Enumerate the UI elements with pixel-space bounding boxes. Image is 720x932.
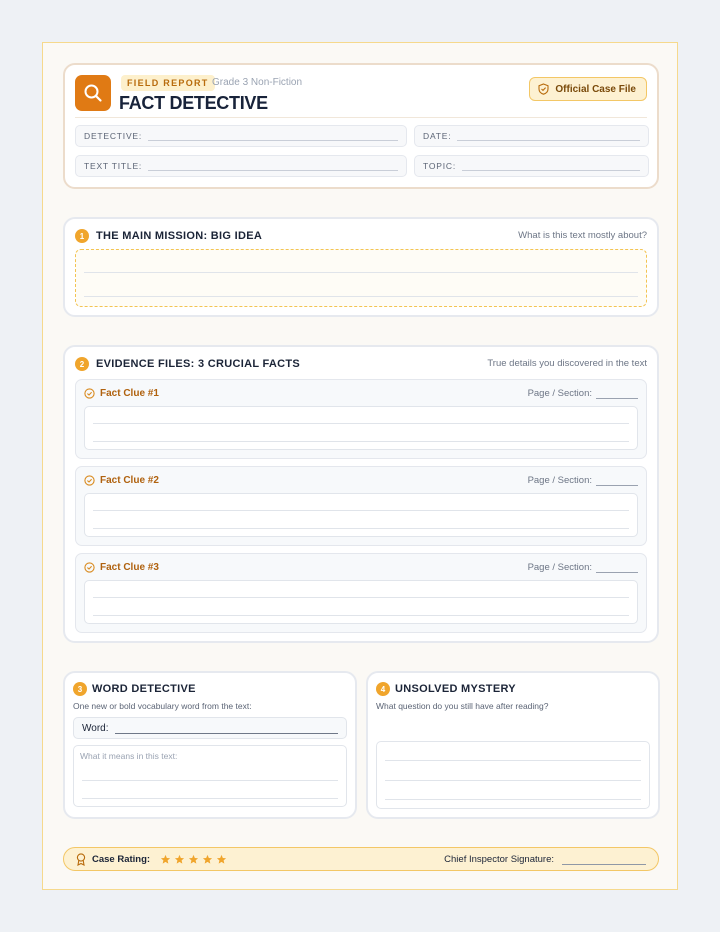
writing-line [93, 423, 629, 424]
unsolved-mystery-card: 4 UNSOLVED MYSTERY What question do you … [366, 671, 660, 819]
writing-line [93, 597, 629, 598]
page-section-field[interactable]: Page / Section: [528, 475, 638, 486]
writing-line [82, 798, 338, 799]
writing-line [82, 780, 338, 781]
word-label: Word: [82, 722, 109, 734]
big-idea-answer-box[interactable] [75, 249, 647, 307]
rating-label: Case Rating: [92, 854, 151, 865]
section-subtitle: One new or bold vocabulary word from the… [73, 701, 252, 711]
page-section-line [596, 562, 638, 573]
writing-line [84, 272, 638, 273]
signature-line [562, 854, 646, 865]
detective-label: DETECTIVE: [84, 131, 143, 141]
detective-line [148, 139, 398, 141]
clue-header: Fact Clue #3 [84, 562, 159, 573]
date-label: DATE: [423, 131, 452, 141]
date-line [457, 139, 640, 141]
page-section-line [596, 388, 638, 399]
page-section-field[interactable]: Page / Section: [528, 562, 638, 573]
topic-label: TOPIC: [423, 161, 456, 171]
check-circle-icon [84, 562, 95, 573]
meaning-answer-box[interactable]: What it means in this text: [73, 745, 347, 807]
word-detective-card: 3 WORD DETECTIVE One new or bold vocabul… [63, 671, 357, 819]
page-section-line [596, 475, 638, 486]
text-title-label: TEXT TITLE: [84, 161, 143, 171]
header-card: FIELD REPORT Grade 3 Non-Fiction FACT DE… [63, 63, 659, 189]
page-title: FACT DETECTIVE [119, 93, 268, 113]
section-number-badge: 1 [75, 229, 89, 243]
shield-check-icon [538, 83, 549, 95]
fact-clue-card: Fact Clue #3 Page / Section: [75, 553, 647, 633]
writing-line [93, 615, 629, 616]
check-circle-icon [84, 475, 95, 486]
grade-label: Grade 3 Non-Fiction [212, 77, 303, 88]
text-title-field[interactable]: TEXT TITLE: [75, 155, 407, 177]
writing-line [385, 760, 641, 761]
star-icon[interactable] [202, 854, 213, 865]
clue-answer-box[interactable] [84, 580, 638, 624]
clue-answer-box[interactable] [84, 493, 638, 537]
page-section-field[interactable]: Page / Section: [528, 388, 638, 399]
magnifier-icon [75, 75, 111, 111]
clue-label: Fact Clue #1 [100, 388, 159, 399]
page-section-label: Page / Section: [527, 562, 592, 573]
star-icon[interactable] [188, 854, 199, 865]
signature-label: Chief Inspector Signature: [444, 854, 554, 865]
writing-line [385, 799, 641, 800]
official-label: Official Case File [555, 83, 636, 95]
fact-clue-card: Fact Clue #2 Page / Section: [75, 466, 647, 546]
section-number-badge: 2 [75, 357, 89, 371]
rating-stars[interactable] [160, 854, 227, 865]
date-field[interactable]: DATE: [414, 125, 649, 147]
header-divider [75, 117, 647, 118]
clue-label: Fact Clue #2 [100, 475, 159, 486]
award-ribbon-icon [76, 853, 86, 866]
footer-bar: Case Rating: Chief Inspector Signature: [63, 847, 659, 871]
writing-line [93, 528, 629, 529]
meaning-placeholder: What it means in this text: [80, 751, 178, 761]
page-section-label: Page / Section: [527, 475, 592, 486]
star-icon[interactable] [216, 854, 227, 865]
section-subtitle: What question do you still have after re… [376, 701, 549, 711]
writing-line [93, 510, 629, 511]
text-title-line [148, 169, 398, 171]
field-report-tag: FIELD REPORT [121, 75, 215, 91]
word-line [114, 732, 338, 734]
main-mission-card: 1 THE MAIN MISSION: BIG IDEA What is thi… [63, 217, 659, 317]
writing-line [93, 441, 629, 442]
page-section-label: Page / Section: [527, 388, 592, 399]
word-field[interactable]: Word: [73, 717, 347, 739]
clue-header: Fact Clue #1 [84, 388, 159, 399]
topic-field[interactable]: TOPIC: [414, 155, 649, 177]
writing-line [385, 780, 641, 781]
topic-line [461, 169, 640, 171]
section-number-badge: 4 [376, 682, 390, 696]
check-circle-icon [84, 388, 95, 399]
signature-field[interactable]: Chief Inspector Signature: [444, 854, 646, 865]
clue-label: Fact Clue #3 [100, 562, 159, 573]
section-title: THE MAIN MISSION: BIG IDEA [96, 230, 263, 242]
star-icon[interactable] [160, 854, 171, 865]
star-icon[interactable] [174, 854, 185, 865]
section-number-badge: 3 [73, 682, 87, 696]
question-answer-box[interactable] [376, 741, 650, 809]
section-title: WORD DETECTIVE [92, 683, 196, 695]
worksheet-page: FIELD REPORT Grade 3 Non-Fiction FACT DE… [42, 42, 678, 890]
section-title: UNSOLVED MYSTERY [395, 683, 516, 695]
evidence-files-card: 2 EVIDENCE FILES: 3 CRUCIAL FACTS True d… [63, 345, 659, 643]
section-title: EVIDENCE FILES: 3 CRUCIAL FACTS [96, 358, 301, 370]
section-hint: What is this text mostly about? [518, 230, 647, 241]
writing-line [84, 296, 638, 297]
clue-header: Fact Clue #2 [84, 475, 159, 486]
section-hint: True details you discovered in the text [487, 358, 647, 369]
case-rating: Case Rating: [76, 853, 227, 866]
fact-clue-card: Fact Clue #1 Page / Section: [75, 379, 647, 459]
clue-answer-box[interactable] [84, 406, 638, 450]
detective-field[interactable]: DETECTIVE: [75, 125, 407, 147]
official-case-file-badge: Official Case File [529, 77, 647, 101]
